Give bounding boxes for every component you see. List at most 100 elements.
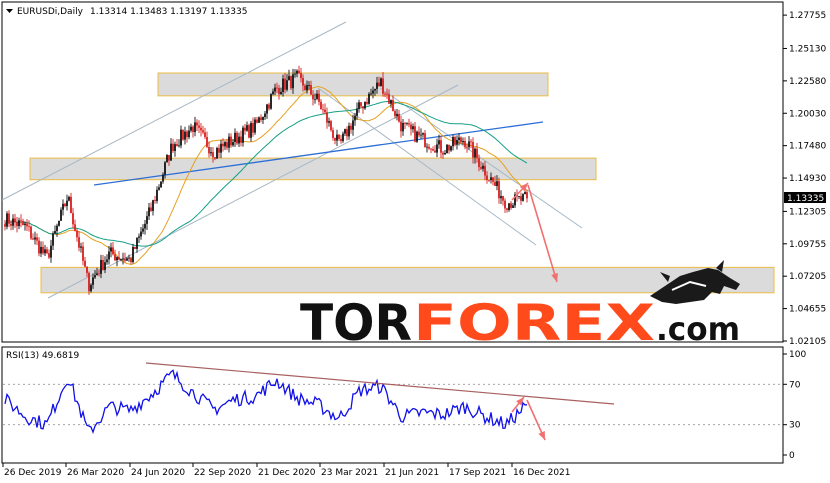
candle-body (54, 231, 56, 234)
candle (254, 117, 256, 135)
candle-body (206, 137, 208, 147)
price-tick-label: 1.02105 (789, 337, 826, 347)
candle-body (210, 152, 212, 154)
candle-body (370, 93, 372, 95)
candle-body (182, 129, 184, 140)
candle-body (176, 144, 178, 147)
time-tick-label: 21 Dec 2020 (258, 468, 316, 478)
candle-body (364, 101, 366, 109)
candle-body (510, 203, 512, 208)
candle-body (188, 130, 190, 138)
candle-body (326, 112, 328, 123)
price-axis: 1.27755 1.25130 1.22580 1.20030 1.17480 1.149… (783, 11, 826, 461)
candle-body (348, 125, 350, 137)
candle-body (414, 126, 416, 142)
candle-body (284, 78, 286, 90)
candle-body (372, 90, 374, 94)
candle-body (350, 125, 352, 130)
candle-body (76, 230, 78, 238)
candle-body (444, 153, 446, 155)
candle-body (490, 177, 492, 180)
candle-body (264, 113, 266, 117)
candle-body (120, 258, 122, 260)
candle-body (396, 113, 398, 117)
candle-body (288, 76, 290, 81)
candle-body (310, 85, 312, 95)
candle-body (224, 142, 226, 147)
candle-body (306, 85, 308, 91)
candle-body (138, 236, 140, 238)
candle-body (312, 94, 314, 100)
candle-body (240, 136, 242, 143)
candle-body (42, 246, 44, 254)
time-tick-label: 17 Sep 2021 (449, 468, 506, 478)
candle-body (448, 144, 450, 151)
candle-body (402, 122, 404, 132)
candle (368, 92, 370, 105)
candle (416, 130, 418, 143)
candle-body (290, 76, 292, 89)
candle-body (352, 120, 354, 130)
candle-body (296, 70, 298, 74)
sr-zone (157, 72, 549, 97)
candle-body (496, 181, 498, 186)
candle-body (80, 246, 82, 248)
rsi-tick-label: 0 (789, 451, 795, 461)
candle-body (272, 91, 274, 95)
candle-body (78, 237, 80, 248)
candle-body (482, 165, 484, 169)
candle-body (362, 106, 364, 109)
candle-body (428, 146, 430, 149)
candle-body (218, 148, 220, 153)
candle-body (436, 144, 438, 153)
watermark-forex: FOREX (413, 294, 655, 352)
candle-body (124, 258, 126, 261)
candle-body (322, 109, 324, 111)
candle-body (406, 123, 408, 125)
candle-body (400, 121, 402, 132)
candle-body (52, 233, 54, 246)
candle-body (128, 257, 130, 259)
candle-body (344, 129, 346, 134)
time-tick-label: 22 Sep 2020 (194, 468, 251, 478)
candle-body (116, 257, 118, 261)
candle-body (244, 127, 246, 131)
candle (270, 93, 272, 110)
candle-body (504, 200, 506, 209)
candle-body (16, 222, 18, 227)
candle-body (6, 213, 8, 227)
candle-body (14, 218, 16, 223)
candle-body (300, 72, 302, 79)
candle-body (136, 237, 138, 249)
candle-body (194, 122, 196, 132)
price-tick-label: 1.17480 (789, 142, 826, 152)
candle-body (248, 125, 250, 138)
candle-body (408, 123, 410, 125)
candle-body (378, 82, 380, 87)
candle-body (108, 251, 110, 260)
candle-body (32, 238, 34, 240)
candle-body (72, 213, 74, 225)
candle-body (62, 203, 64, 210)
candle-body (478, 158, 480, 168)
candle-body (246, 125, 248, 131)
chart-canvas: 1.27755 1.25130 1.22580 1.20030 1.17480 1.149… (1, 1, 826, 478)
candle-body (266, 104, 268, 114)
candle-body (46, 249, 48, 254)
candle-body (226, 142, 228, 148)
candle-body (358, 102, 360, 109)
candle-body (84, 260, 86, 267)
candle-body (150, 207, 152, 211)
candle-body (424, 133, 426, 148)
candle-body (134, 246, 136, 249)
candle-body (462, 140, 464, 143)
candle-body (476, 148, 478, 159)
candle-body (56, 225, 58, 232)
candle-body (8, 213, 10, 224)
candle-body (502, 196, 504, 201)
time-tick-label: 16 Dec 2021 (513, 468, 571, 478)
candle-body (302, 78, 304, 86)
candle-body (382, 78, 384, 94)
price-tick-label: 1.12305 (789, 207, 826, 217)
candle-body (156, 189, 158, 202)
